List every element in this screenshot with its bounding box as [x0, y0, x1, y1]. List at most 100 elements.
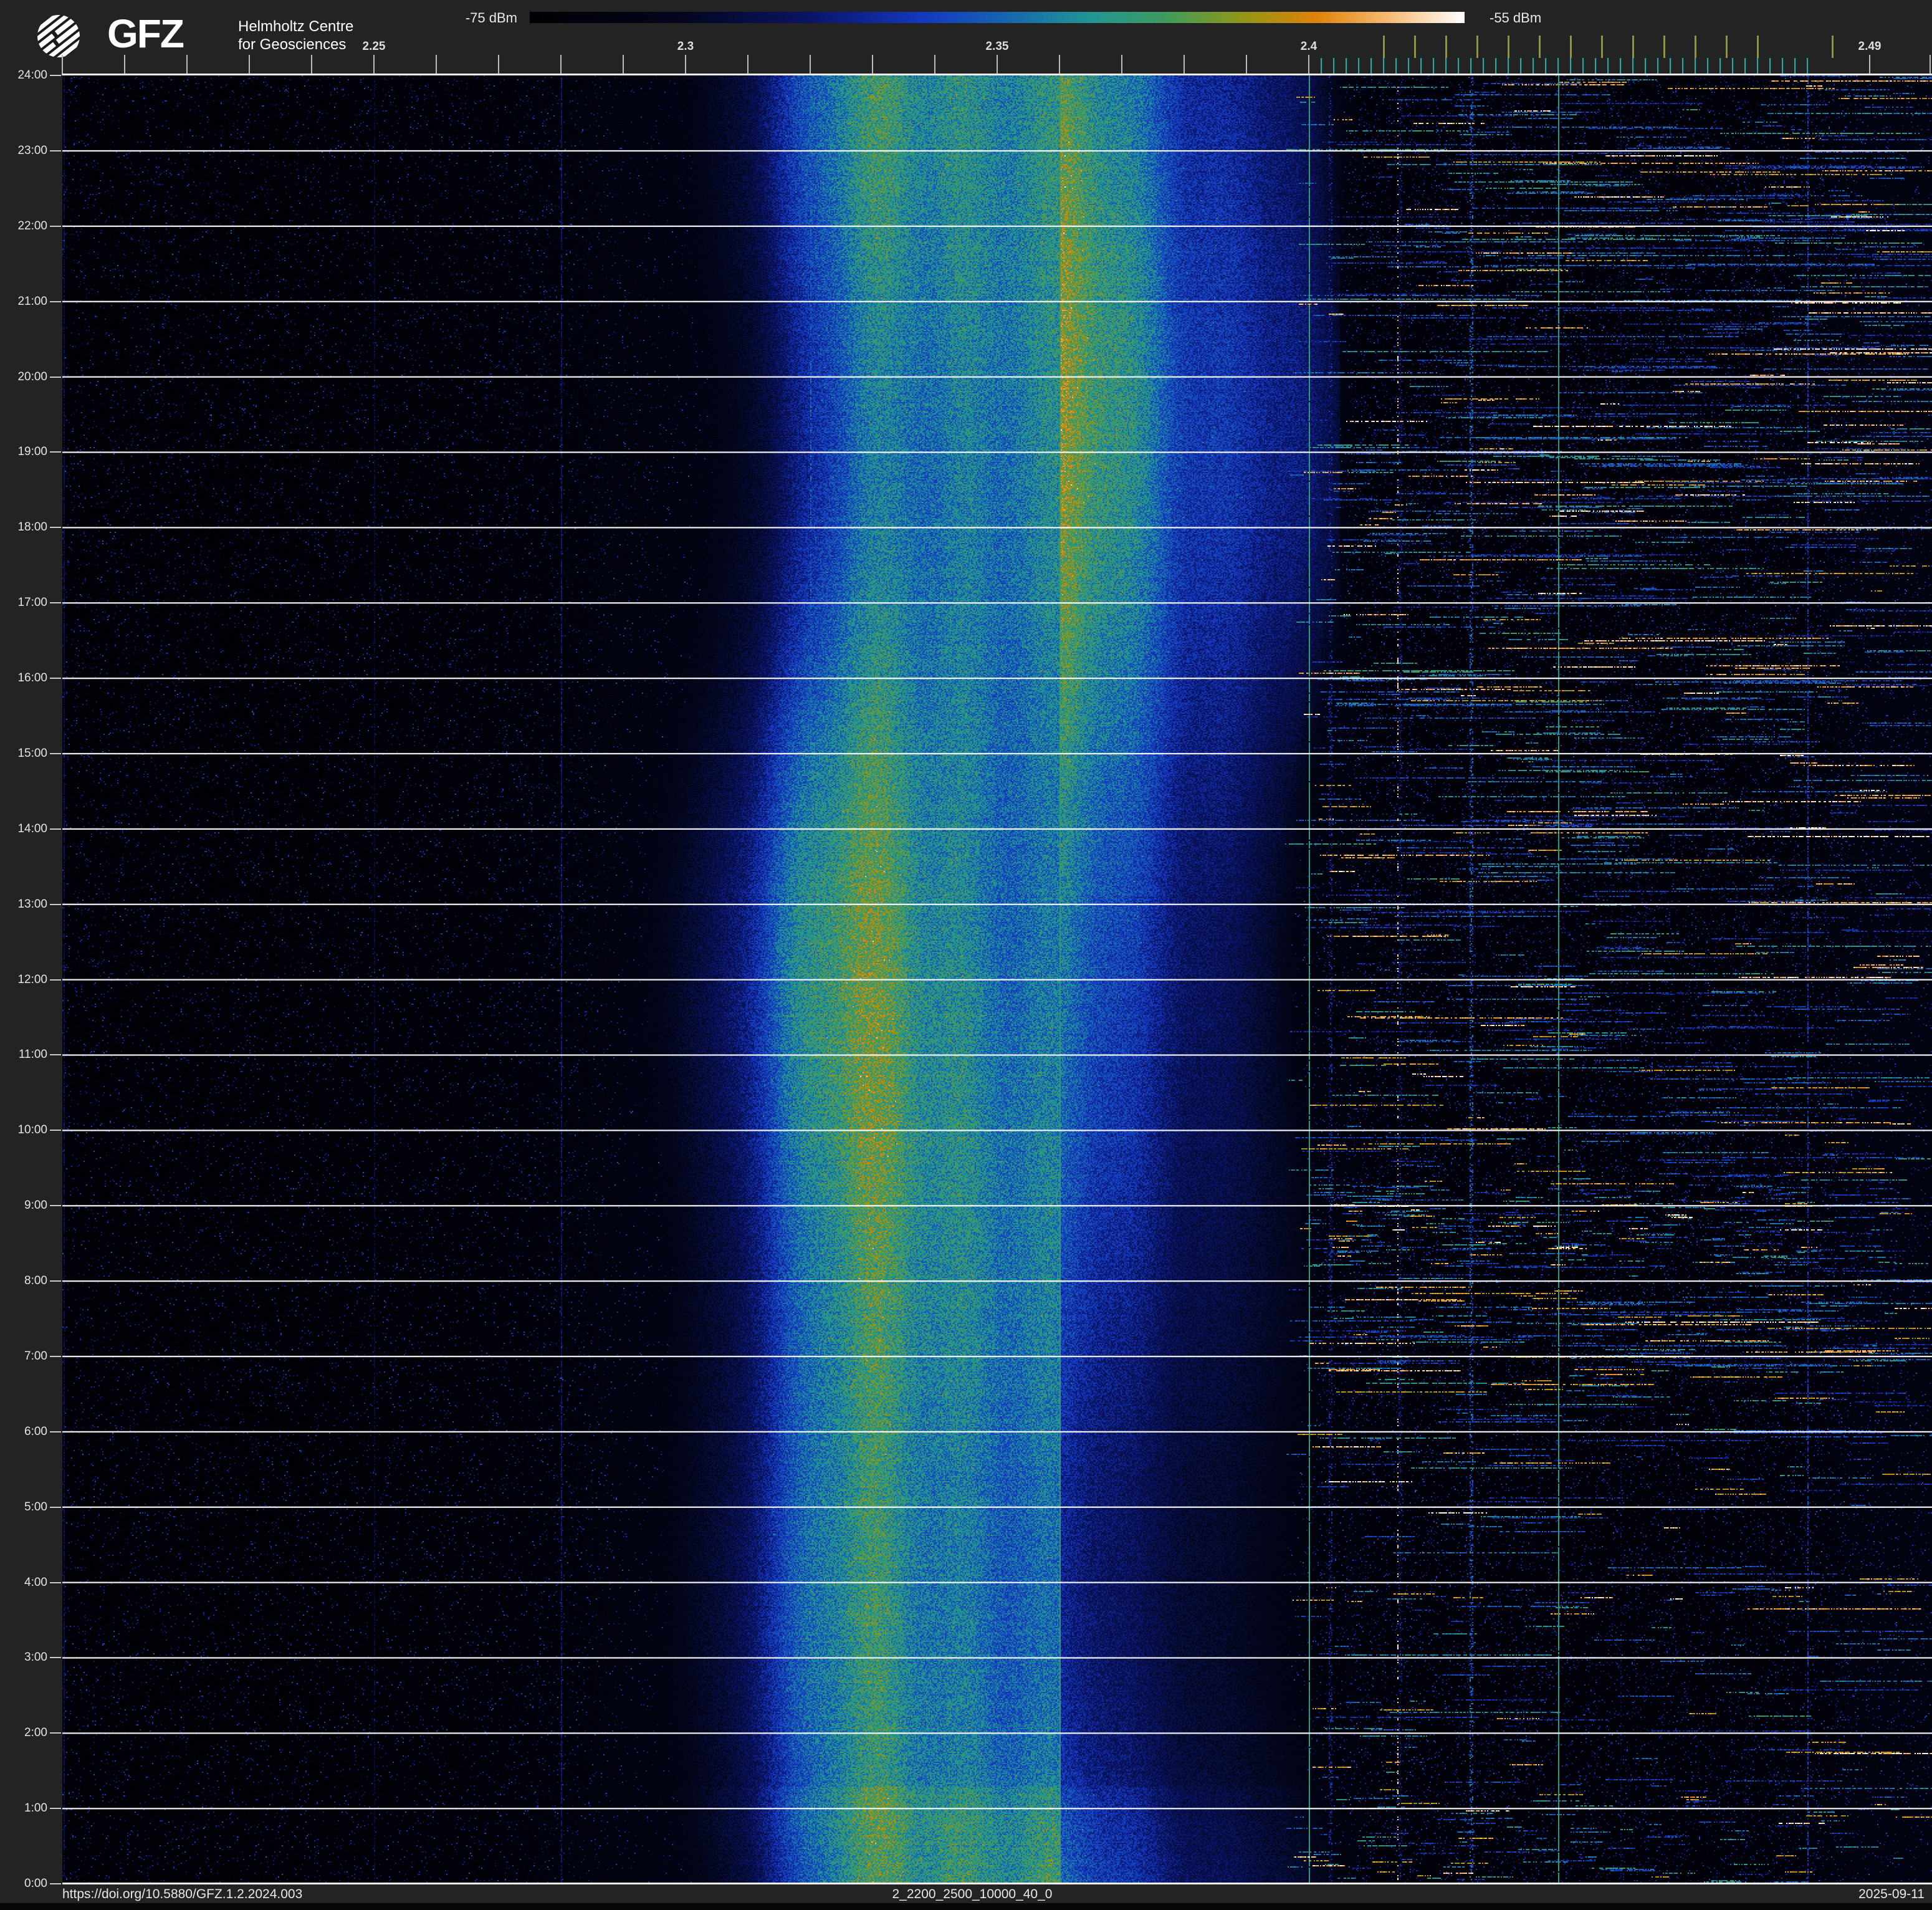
wifi-channel-tick [1414, 36, 1416, 58]
x-major-tick [810, 55, 811, 75]
y-axis-tick [50, 1581, 61, 1583]
spectrogram-page: GFZ Helmholtz Centre for Geosciences -75… [0, 0, 1932, 1910]
ble-channel-tick [1807, 58, 1808, 75]
y-axis-label: 13:00 [17, 897, 47, 911]
date-label: 2025-09-11 [1858, 1887, 1925, 1901]
y-axis-tick [50, 1280, 61, 1282]
y-axis-tick [50, 1506, 61, 1508]
x-axis-label: 2.49 [1858, 40, 1882, 53]
ble-channel-tick [1333, 58, 1334, 75]
y-axis-label: 21:00 [17, 294, 47, 308]
ble-channel-tick [1383, 58, 1384, 75]
ble-channel-tick [1420, 58, 1422, 75]
wifi-channel-tick [1383, 36, 1385, 58]
y-axis: 24:00 23:00 22:00 21:00 20:00 19:00 18:00 17:00… [0, 0, 62, 1910]
x-major-tick [747, 55, 748, 75]
y-axis-tick [50, 1431, 61, 1432]
y-axis-label: 6:00 [24, 1424, 47, 1438]
ble-channel-tick [1557, 58, 1559, 75]
ble-channel-tick [1607, 58, 1609, 75]
y-axis-label: 4:00 [24, 1575, 47, 1589]
y-axis-tick [50, 1808, 61, 1810]
top-axis-line [62, 74, 1932, 75]
ble-channel-tick [1595, 58, 1596, 75]
ble-channel-tick [1445, 58, 1447, 75]
ble-channel-tick [1483, 58, 1484, 75]
x-major-tick [1308, 55, 1309, 75]
x-axis-label: 2.25 [362, 40, 386, 53]
y-axis-label: 9:00 [24, 1199, 47, 1212]
y-axis-label: 17:00 [17, 596, 47, 610]
wifi-channel-tick [1726, 36, 1728, 58]
y-axis-label: 10:00 [17, 1123, 47, 1137]
y-axis-tick [50, 752, 61, 754]
y-axis-tick [50, 376, 61, 378]
y-axis-tick [50, 903, 61, 905]
y-axis-label: 14:00 [17, 822, 47, 835]
ble-channel-tick [1782, 58, 1783, 75]
x-major-tick [997, 55, 998, 75]
ble-channel-tick [1458, 58, 1459, 75]
y-axis-tick [50, 527, 61, 529]
wifi-channel-tick [1445, 36, 1447, 58]
wifi-channel-tick [1508, 36, 1509, 58]
y-axis-tick [50, 1130, 61, 1131]
ble-channel-tick [1370, 58, 1372, 75]
y-axis-label: 22:00 [17, 219, 47, 233]
spectrogram-canvas [62, 75, 1932, 1884]
ble-channel-tick [1757, 58, 1758, 75]
y-axis-label: 24:00 [17, 69, 47, 82]
y-axis-tick [50, 1732, 61, 1734]
y-axis-label: 1:00 [24, 1802, 47, 1815]
ble-channel-tick [1582, 58, 1584, 75]
x-axis-label: 2.4 [1300, 40, 1317, 53]
y-axis-label: 8:00 [24, 1274, 47, 1287]
wifi-channel-tick [1601, 36, 1603, 58]
ble-channel-tick [1520, 58, 1521, 75]
y-axis-label: 11:00 [18, 1048, 47, 1062]
y-axis-tick [50, 300, 61, 302]
x-major-tick [1184, 55, 1185, 75]
ble-channel-tick [1682, 58, 1683, 75]
y-axis-tick [50, 602, 61, 604]
y-axis-label: 23:00 [17, 143, 47, 157]
ble-channel-tick [1732, 58, 1733, 75]
ble-channel-tick [1358, 58, 1359, 75]
y-axis-tick [50, 150, 61, 151]
x-major-tick [685, 55, 686, 75]
ble-channel-tick [1695, 58, 1696, 75]
x-major-tick [124, 55, 125, 75]
y-axis-label: 15:00 [17, 746, 47, 760]
y-axis-label: 7:00 [24, 1349, 47, 1363]
y-axis-tick [50, 75, 61, 76]
y-axis-label: 20:00 [17, 370, 47, 383]
y-axis-tick [50, 1883, 61, 1884]
x-major-tick [1121, 55, 1122, 75]
ble-channel-tick [1495, 58, 1496, 75]
y-axis-tick [50, 1657, 61, 1659]
x-major-tick [1869, 55, 1870, 75]
wifi-channel-tick [1632, 36, 1634, 58]
y-axis-tick [50, 828, 61, 830]
y-axis-tick [50, 1054, 61, 1056]
wifi-channel-tick [1695, 36, 1696, 58]
x-major-tick [311, 55, 312, 75]
ble-channel-tick [1570, 58, 1571, 75]
ble-channel-tick [1346, 58, 1347, 75]
doi-link: https://doi.org/10.5880/GFZ.1.2.2024.003 [62, 1887, 303, 1901]
x-major-tick [934, 55, 935, 75]
y-axis-tick [50, 1205, 61, 1207]
ble-channel-tick [1707, 58, 1708, 75]
x-major-tick [498, 55, 499, 75]
ble-channel-tick [1620, 58, 1621, 75]
y-axis-label: 12:00 [17, 972, 47, 986]
ble-channel-tick [1470, 58, 1471, 75]
x-axis-label: 2.35 [985, 40, 1009, 53]
y-axis-tick [50, 1355, 61, 1357]
y-axis-label: 18:00 [17, 521, 47, 534]
ble-channel-tick [1395, 58, 1397, 75]
ble-channel-tick [1433, 58, 1434, 75]
ble-channel-tick [1533, 58, 1534, 75]
ble-channel-tick [1744, 58, 1746, 75]
x-major-tick [1246, 55, 1247, 75]
